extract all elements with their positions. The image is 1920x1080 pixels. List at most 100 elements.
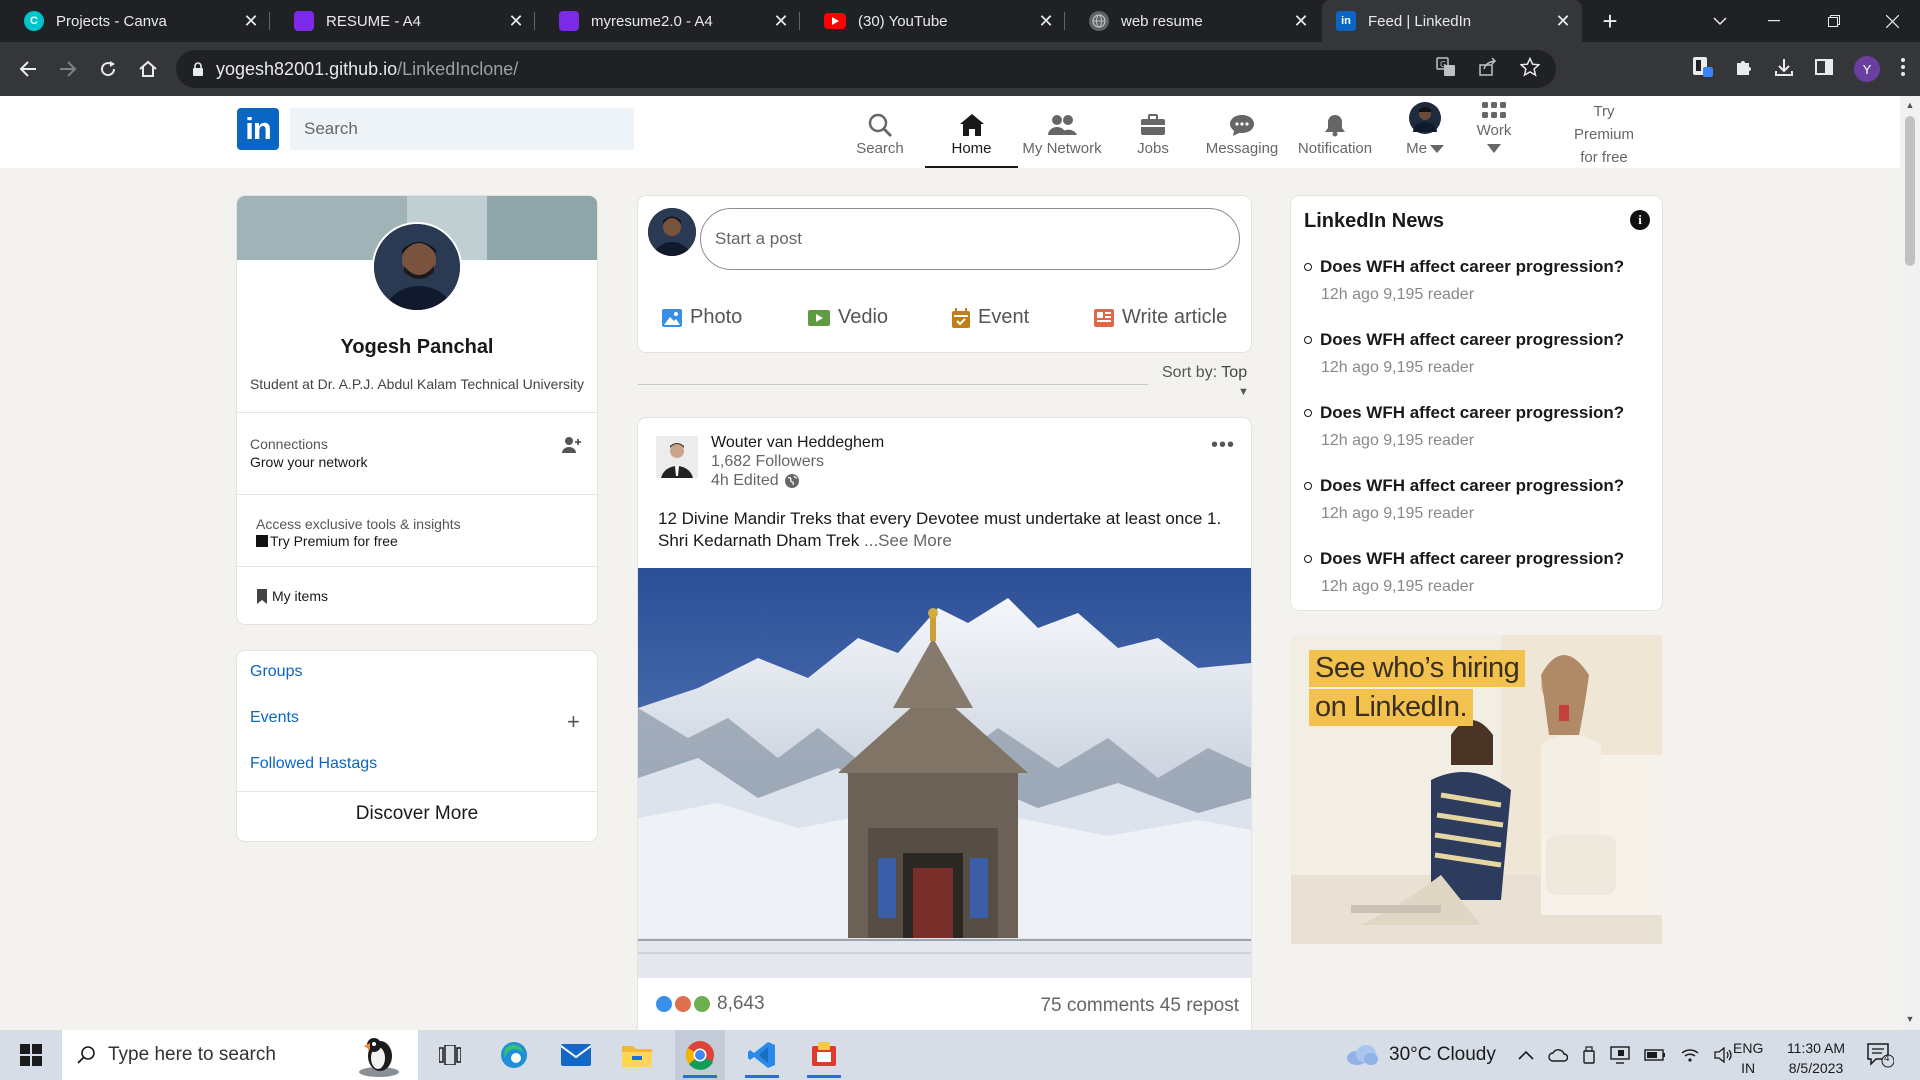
tab-web-resume[interactable]: web resume ✕ bbox=[1065, 0, 1320, 42]
mail-icon[interactable] bbox=[551, 1030, 601, 1080]
usb-device-icon[interactable] bbox=[1582, 1046, 1596, 1064]
minimize-button[interactable] bbox=[1746, 0, 1802, 42]
windows-start-button[interactable] bbox=[10, 1040, 52, 1070]
followed-hashtags-link[interactable]: Followed Hastags bbox=[250, 755, 377, 773]
close-icon[interactable]: ✕ bbox=[1286, 11, 1316, 32]
chrome-icon[interactable] bbox=[675, 1030, 725, 1080]
monitor-icon[interactable] bbox=[1610, 1046, 1630, 1064]
news-item[interactable]: Does WFH affect career progression? 12h … bbox=[1304, 330, 1654, 377]
news-item[interactable]: Does WFH affect career progression? 12h … bbox=[1304, 403, 1654, 450]
battery-icon[interactable] bbox=[1644, 1049, 1666, 1061]
add-event-icon[interactable]: + bbox=[567, 709, 580, 735]
post-author-avatar[interactable] bbox=[656, 436, 698, 478]
event-button[interactable]: Event bbox=[952, 306, 1029, 329]
news-item[interactable]: Does WFH affect career progression? 12h … bbox=[1304, 257, 1654, 304]
video-button[interactable]: Vedio bbox=[808, 306, 888, 329]
lock-icon[interactable] bbox=[192, 62, 204, 76]
nav-my-network[interactable]: My Network bbox=[1018, 110, 1106, 168]
nav-work[interactable]: Work bbox=[1472, 100, 1516, 158]
events-link[interactable]: Events bbox=[250, 709, 299, 727]
reaction-summary[interactable]: 8,643 bbox=[656, 993, 765, 1015]
my-items-link[interactable]: My items bbox=[256, 588, 328, 604]
caret-down-icon[interactable]: ▼ bbox=[1238, 386, 1249, 398]
scrollbar-thumb[interactable] bbox=[1905, 116, 1915, 266]
back-button[interactable] bbox=[14, 55, 42, 83]
notification-center-icon[interactable]: 4 bbox=[1866, 1042, 1895, 1068]
wifi-icon[interactable] bbox=[1680, 1047, 1700, 1063]
scroll-down-arrow-icon[interactable]: ▼ bbox=[1904, 1014, 1916, 1024]
add-person-icon[interactable] bbox=[562, 436, 582, 459]
close-icon[interactable]: ✕ bbox=[1031, 11, 1061, 32]
scroll-up-arrow-icon[interactable]: ▲ bbox=[1904, 100, 1916, 110]
tab-resume[interactable]: RESUME - A4 ✕ bbox=[270, 0, 535, 42]
vscode-icon[interactable] bbox=[737, 1030, 787, 1080]
photo-button[interactable]: Photo bbox=[662, 306, 742, 329]
extensions-puzzle-icon[interactable] bbox=[1734, 57, 1754, 82]
post-stats[interactable]: 75 comments 45 repost bbox=[1040, 995, 1239, 1017]
close-icon[interactable]: ✕ bbox=[766, 11, 796, 32]
news-item[interactable]: Does WFH affect career progression? 12h … bbox=[1304, 549, 1654, 596]
close-icon[interactable]: ✕ bbox=[236, 11, 266, 32]
download-icon[interactable] bbox=[1774, 57, 1794, 82]
address-bar[interactable]: yogesh82001.github.io/LinkedInclone/ G bbox=[176, 50, 1556, 88]
share-icon[interactable] bbox=[1478, 56, 1498, 82]
try-premium-link[interactable]: Try Premium for free bbox=[1560, 100, 1648, 169]
tab-canva[interactable]: C Projects - Canva ✕ bbox=[0, 0, 270, 42]
nav-jobs[interactable]: Jobs bbox=[1130, 110, 1176, 168]
nav-messaging[interactable]: Messaging bbox=[1202, 110, 1282, 168]
discover-more-button[interactable]: Discover More bbox=[237, 803, 597, 825]
news-item[interactable]: Does WFH affect career progression? 12h … bbox=[1304, 476, 1654, 523]
groups-link[interactable]: Groups bbox=[250, 663, 302, 681]
reload-button[interactable] bbox=[94, 55, 122, 83]
close-icon[interactable]: ✕ bbox=[501, 11, 531, 32]
close-icon[interactable]: ✕ bbox=[1548, 11, 1578, 32]
tab-myresume[interactable]: myresume2.0 - A4 ✕ bbox=[535, 0, 800, 42]
sort-dropdown[interactable]: Sort by: Top bbox=[1162, 364, 1247, 382]
connections-label[interactable]: Connections bbox=[250, 436, 328, 452]
forward-button[interactable] bbox=[54, 55, 82, 83]
show-hidden-icons-chevron-icon[interactable] bbox=[1518, 1050, 1534, 1060]
write-article-button[interactable]: Write article bbox=[1094, 306, 1227, 329]
taskbar-search-box[interactable]: Type here to search bbox=[62, 1030, 418, 1080]
nav-search[interactable]: Search bbox=[852, 110, 908, 168]
file-explorer-icon[interactable] bbox=[612, 1030, 662, 1080]
profile-name[interactable]: Yogesh Panchal bbox=[237, 336, 597, 359]
input-language-indicator[interactable]: ENG IN bbox=[1733, 1038, 1763, 1078]
red-app-icon[interactable] bbox=[799, 1030, 849, 1080]
close-window-button[interactable] bbox=[1864, 0, 1920, 42]
side-panel-icon[interactable] bbox=[1814, 57, 1834, 82]
profile-photo[interactable] bbox=[372, 222, 462, 312]
nav-home[interactable]: Home bbox=[925, 110, 1018, 168]
volume-icon[interactable] bbox=[1714, 1047, 1734, 1063]
home-button[interactable] bbox=[134, 55, 162, 83]
weather-widget[interactable]: 30°C Cloudy bbox=[1345, 1030, 1496, 1080]
post-image-kedarnath[interactable] bbox=[638, 568, 1251, 978]
restore-button[interactable] bbox=[1806, 0, 1862, 42]
nav-me[interactable]: Me bbox=[1400, 100, 1450, 158]
tab-search-chevron-icon[interactable] bbox=[1692, 0, 1748, 42]
page-scrollbar[interactable]: ▲ ▼ bbox=[1900, 96, 1920, 1030]
grow-network-link[interactable]: Grow your network bbox=[250, 454, 367, 470]
start-post-input[interactable] bbox=[700, 208, 1240, 270]
info-icon[interactable]: i bbox=[1630, 210, 1650, 230]
try-premium-profile-link[interactable]: Try Premium for free bbox=[256, 533, 398, 549]
search-input[interactable] bbox=[290, 108, 634, 150]
post-more-options-icon[interactable]: ••• bbox=[1211, 434, 1235, 457]
extension-badge-icon[interactable] bbox=[1692, 56, 1714, 83]
task-view-icon[interactable] bbox=[425, 1030, 475, 1080]
tab-youtube[interactable]: (30) YouTube ✕ bbox=[800, 0, 1065, 42]
new-tab-button[interactable]: + bbox=[1595, 6, 1625, 36]
profile-avatar-button[interactable]: Y bbox=[1854, 56, 1880, 82]
see-more-link[interactable]: ...See More bbox=[864, 531, 952, 550]
cloud-sync-icon[interactable] bbox=[1548, 1047, 1568, 1063]
edge-icon[interactable] bbox=[489, 1030, 539, 1080]
tab-linkedin-feed[interactable]: in Feed | LinkedIn ✕ bbox=[1322, 0, 1582, 42]
post-author-name[interactable]: Wouter van Heddeghem bbox=[711, 434, 884, 452]
bookmark-star-icon[interactable] bbox=[1519, 56, 1541, 82]
taskbar-clock[interactable]: 11:30 AM 8/5/2023 bbox=[1776, 1038, 1856, 1078]
kebab-menu-icon[interactable] bbox=[1900, 57, 1906, 82]
nav-notifications[interactable]: Notification bbox=[1295, 110, 1375, 168]
linkedin-logo[interactable]: in bbox=[237, 108, 279, 150]
hiring-ad[interactable]: See who’s hiring on LinkedIn. bbox=[1291, 635, 1662, 944]
translate-icon[interactable]: G bbox=[1436, 56, 1456, 82]
